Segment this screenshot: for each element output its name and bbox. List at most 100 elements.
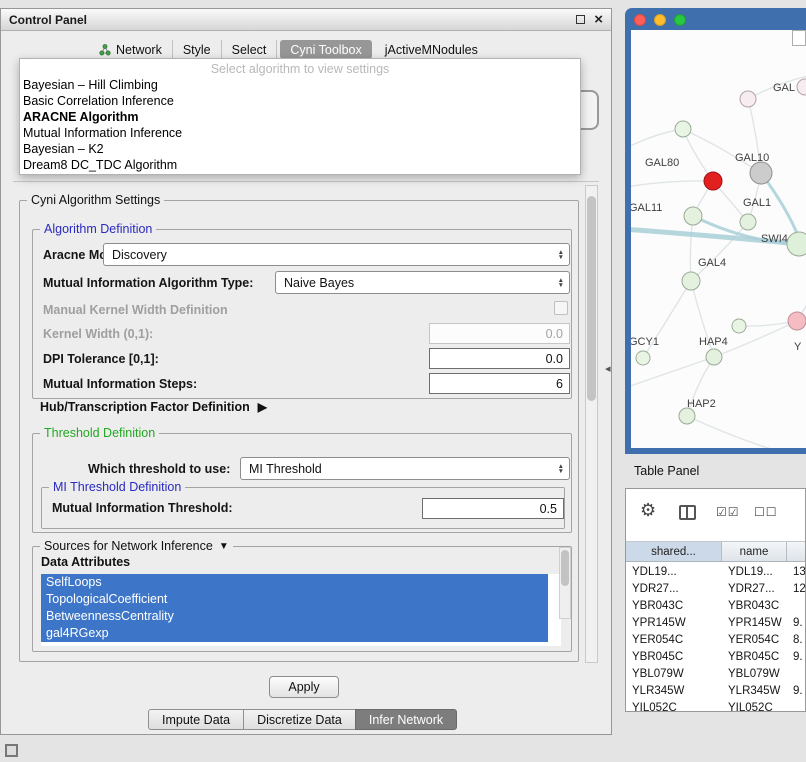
which-threshold-select[interactable]: MI Threshold ▲▼ [240,457,570,480]
network-icon [99,44,111,56]
column-header-name[interactable]: name [722,542,787,561]
table-cell: 12 [787,583,805,595]
network-node[interactable] [704,172,722,190]
settings-scrollbar[interactable] [585,185,598,663]
network-node[interactable] [788,312,806,330]
bottom-tab-impute-data[interactable]: Impute Data [148,709,244,730]
sources-group-title-text: Sources for Network Inference [44,539,213,553]
minimized-panel-icon[interactable] [5,744,18,757]
network-node-label: GAL1 [743,197,771,209]
attributes-scrollbar[interactable] [559,547,571,619]
mi-threshold-input[interactable] [422,498,564,519]
apply-button[interactable]: Apply [269,676,339,698]
network-node[interactable] [679,408,695,424]
table-row[interactable]: YIL052CYIL052C [626,699,805,711]
scrollbar-corner[interactable] [792,30,806,46]
algorithm-option[interactable]: Basic Correlation Inference [20,93,580,109]
network-node[interactable] [706,349,722,365]
close-icon[interactable]: × [594,14,603,26]
network-node[interactable] [675,121,691,137]
tab-select[interactable]: Select [222,40,278,59]
panel-collapse-arrow[interactable]: ◂ [605,362,611,375]
table-row[interactable]: YDL19...YDL19...13 [626,563,805,580]
manual-kernel-width-checkbox[interactable] [554,301,568,315]
network-node[interactable] [732,319,746,333]
select-all-icon[interactable]: ☑☑ [716,505,740,519]
tab-style[interactable]: Style [173,40,222,59]
scrollbar-thumb[interactable] [587,196,596,401]
which-threshold-label: Which threshold to use: [88,462,230,476]
table-cell: 13 [787,566,805,578]
network-canvas[interactable]: GALGAL80GAL10GAL11GAL1SWI4GAL4GCY1HAP4YH… [631,30,806,448]
dpi-tolerance-input[interactable] [429,348,570,369]
table-cell: YBR045C [722,651,787,663]
attribute-item[interactable]: TopologicalCoefficient [41,591,548,608]
scrollbar-thumb[interactable] [561,550,569,586]
control-panel-titlebar[interactable]: Control Panel × [1,9,611,31]
aracne-mode-select[interactable]: Discovery ▲▼ [103,243,570,266]
tab-label: Select [232,43,267,57]
mac-zoom-icon[interactable] [674,14,686,26]
network-node[interactable] [636,351,650,365]
table-row[interactable]: YPR145WYPR145W9. [626,614,805,631]
attribute-item[interactable]: gal4RGexp [41,625,548,642]
table-row[interactable]: YLR345WYLR345W9. [626,682,805,699]
mac-close-icon[interactable] [634,14,646,26]
network-node-label: GAL4 [698,257,726,269]
column-header-shared[interactable]: shared... [626,542,722,561]
table-cell: YIL052C [626,702,722,712]
table-cell: YDL19... [626,566,722,578]
kernel-width-input[interactable] [429,323,570,344]
desktop: Control Panel × NetworkStyle Select Cyni T… [0,0,806,762]
network-node[interactable] [682,272,700,290]
gear-icon[interactable]: ⚙ [640,500,656,521]
table-cell: YBL079W [626,668,722,680]
algorithm-option[interactable]: Bayesian – K2 [20,141,580,157]
table-row[interactable]: YBR045CYBR045C9. [626,648,805,665]
hub-definition-toggle[interactable]: Hub/Transcription Factor Definition ▶ [40,400,267,414]
kernel-width-label: Kernel Width (0,1): [43,327,153,341]
expand-right-icon: ▶ [258,400,267,414]
mi-steps-input[interactable] [429,373,570,394]
bottom-tab-infer-network[interactable]: Infer Network [355,709,457,730]
mi-algorithm-type-select[interactable]: Naive Bayes ▲▼ [275,271,570,294]
algorithm-option[interactable]: Bayesian – Hill Climbing [20,77,580,93]
table-row[interactable]: YBR043CYBR043C [626,597,805,614]
table-cell: YIL052C [722,702,787,712]
tab-jactivemnodules[interactable]: jActiveMNodules [375,40,488,59]
algorithm-option[interactable]: Dream8 DC_TDC Algorithm [20,157,580,173]
network-node[interactable] [740,214,756,230]
table-row[interactable]: YBL079WYBL079W [626,665,805,682]
network-node[interactable] [797,79,806,95]
table-cell: YBL079W [722,668,787,680]
table-toolbar: ⚙ ☑☑ ☐☐ [626,489,805,540]
columns-icon[interactable] [679,505,696,520]
network-node[interactable] [684,207,702,225]
algorithm-popup-list: Bayesian – Hill ClimbingBasic Correlatio… [20,77,580,173]
column-header[interactable] [787,542,806,561]
hub-definition-label: Hub/Transcription Factor Definition [40,400,250,414]
dropdown-arrows-icon: ▲▼ [552,464,564,474]
network-edge [691,222,748,281]
bottom-tab-discretize-data[interactable]: Discretize Data [243,709,356,730]
network-node[interactable] [787,232,806,256]
network-node-label: HAP2 [687,398,716,410]
tab-cyni-toolbox[interactable]: Cyni Toolbox [280,40,371,59]
network-node-label: GCY1 [631,336,659,348]
algorithm-option[interactable]: Mutual Information Inference [20,125,580,141]
table-row[interactable]: YER054CYER054C8. [626,631,805,648]
network-node[interactable] [740,91,756,107]
deselect-all-icon[interactable]: ☐☐ [754,505,778,519]
tab-network[interactable]: Network [89,40,173,59]
collapse-down-icon: ▼ [219,541,229,552]
mac-minimize-icon[interactable] [654,14,666,26]
algorithm-option[interactable]: ARACNE Algorithm [20,109,580,125]
attribute-item[interactable]: BetweennessCentrality [41,608,548,625]
sources-group-title[interactable]: Sources for Network Inference ▼ [40,539,233,553]
table-row[interactable]: YDR27...YDR27...12 [626,580,805,597]
float-window-icon[interactable] [576,15,585,24]
data-attributes-list[interactable]: SelfLoopsTopologicalCoefficientBetweenne… [41,574,561,646]
cyni-settings-group-title: Cyni Algorithm Settings [27,193,164,207]
network-node[interactable] [750,162,772,184]
attribute-item[interactable]: SelfLoops [41,574,548,591]
